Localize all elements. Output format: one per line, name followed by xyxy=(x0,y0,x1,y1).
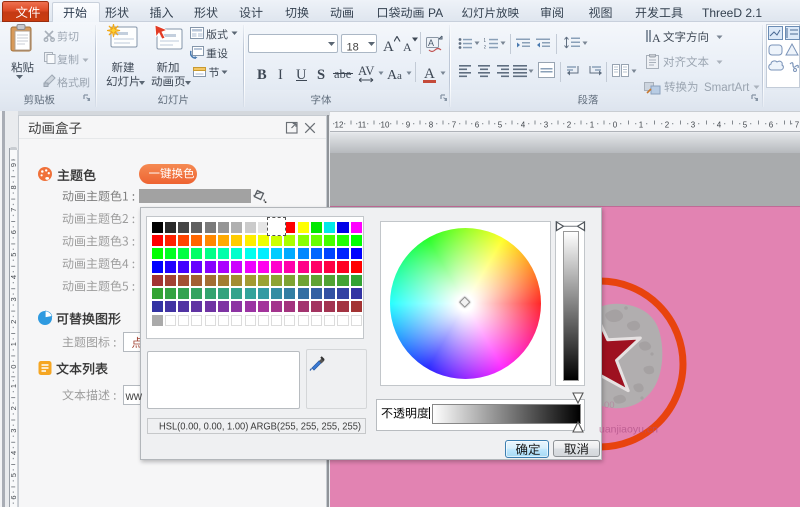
svg-text:10: 10 xyxy=(381,121,390,130)
svg-text:1: 1 xyxy=(639,121,644,130)
svg-text:1: 1 xyxy=(484,38,486,44)
svg-text:11: 11 xyxy=(358,121,367,130)
svg-text:2: 2 xyxy=(484,45,486,50)
svg-text:8: 8 xyxy=(429,121,434,130)
svg-text:A: A xyxy=(428,38,434,48)
svg-text:6: 6 xyxy=(475,121,480,130)
svg-text:0: 0 xyxy=(613,121,618,130)
svg-text:9: 9 xyxy=(406,121,411,130)
svg-text:1: 1 xyxy=(590,121,595,130)
svg-text:5: 5 xyxy=(743,121,748,130)
svg-text:7: 7 xyxy=(452,121,457,130)
svg-text:6: 6 xyxy=(769,121,774,130)
svg-text:A: A xyxy=(652,31,661,45)
svg-text:4: 4 xyxy=(521,121,526,130)
svg-text:2: 2 xyxy=(665,121,670,130)
svg-text:3: 3 xyxy=(544,121,549,130)
svg-text:7: 7 xyxy=(795,121,800,130)
svg-text:4: 4 xyxy=(717,121,722,130)
svg-text:12: 12 xyxy=(335,121,344,130)
svg-text:2: 2 xyxy=(567,121,572,130)
svg-text:3: 3 xyxy=(691,121,696,130)
svg-text:5: 5 xyxy=(498,121,503,130)
